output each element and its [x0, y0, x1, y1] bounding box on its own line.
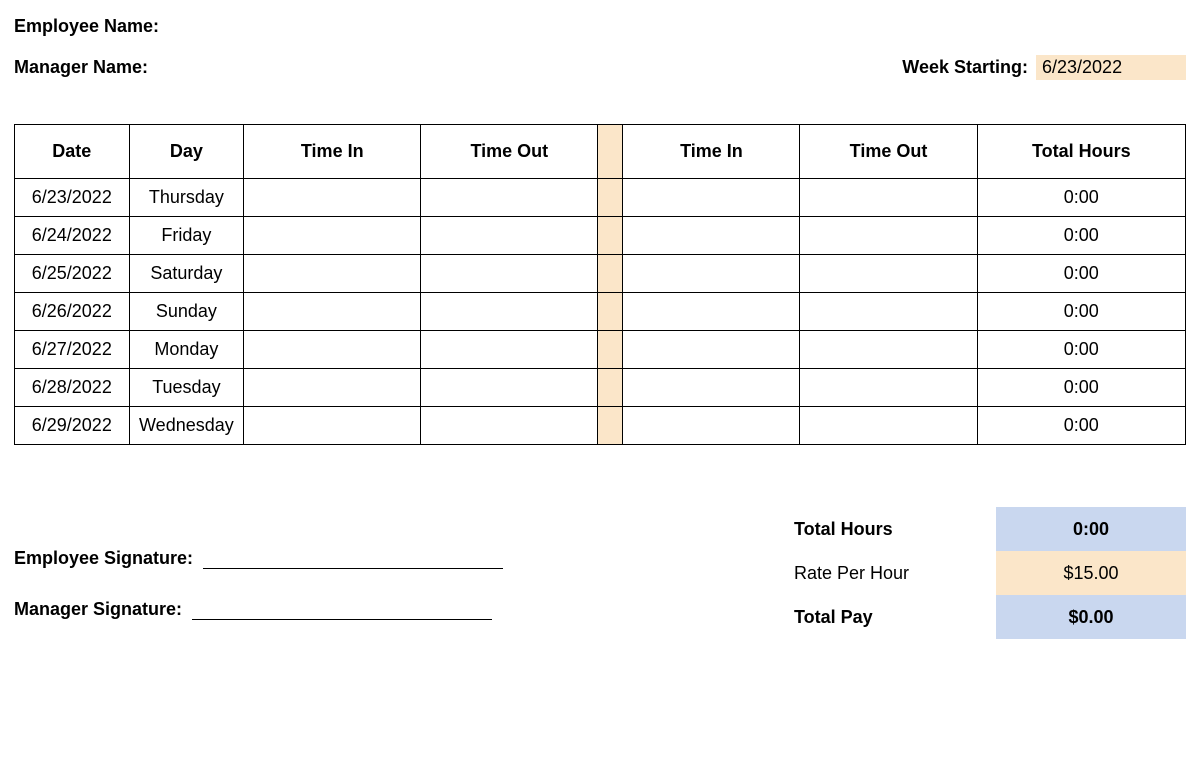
cell-day: Saturday	[129, 255, 244, 293]
cell-day: Sunday	[129, 293, 244, 331]
manager-name-label: Manager Name:	[14, 57, 148, 78]
cell-time-out-2[interactable]	[800, 293, 977, 331]
cell-time-in-2[interactable]	[623, 293, 800, 331]
rate-value[interactable]: $15.00	[996, 551, 1186, 595]
cell-time-in-2[interactable]	[623, 331, 800, 369]
total-pay-value: $0.00	[996, 595, 1186, 639]
total-hours-value: 0:00	[996, 507, 1186, 551]
cell-time-in-1[interactable]	[244, 179, 421, 217]
total-pay-label: Total Pay	[786, 595, 996, 639]
cell-total: 0:00	[977, 369, 1185, 407]
table-row: 6/29/2022Wednesday 0:00	[15, 407, 1186, 445]
cell-time-in-1[interactable]	[244, 255, 421, 293]
cell-total: 0:00	[977, 179, 1185, 217]
cell-time-out-2[interactable]	[800, 369, 977, 407]
totals-block: Total Hours 0:00 Rate Per Hour $15.00 To…	[786, 507, 1186, 639]
cell-gap	[598, 255, 623, 293]
cell-time-out-1[interactable]	[421, 407, 598, 445]
footer: Employee Signature: Manager Signature: T…	[14, 507, 1186, 650]
col-header-time-in-1: Time In	[244, 125, 421, 179]
cell-total: 0:00	[977, 255, 1185, 293]
cell-time-in-2[interactable]	[623, 407, 800, 445]
table-row: 6/23/2022Thursday 0:00	[15, 179, 1186, 217]
cell-time-in-1[interactable]	[244, 369, 421, 407]
cell-date: 6/23/2022	[15, 179, 130, 217]
cell-date: 6/26/2022	[15, 293, 130, 331]
manager-week-row: Manager Name: Week Starting: 6/23/2022	[14, 55, 1186, 80]
col-header-day: Day	[129, 125, 244, 179]
manager-signature-line[interactable]	[192, 599, 492, 621]
col-header-date: Date	[15, 125, 130, 179]
cell-total: 0:00	[977, 293, 1185, 331]
table-row: 6/26/2022Sunday 0:00	[15, 293, 1186, 331]
table-row: 6/27/2022Monday 0:00	[15, 331, 1186, 369]
cell-date: 6/24/2022	[15, 217, 130, 255]
cell-time-in-1[interactable]	[244, 331, 421, 369]
cell-time-out-2[interactable]	[800, 255, 977, 293]
col-header-time-in-2: Time In	[623, 125, 800, 179]
cell-date: 6/29/2022	[15, 407, 130, 445]
employee-signature-row: Employee Signature:	[14, 547, 786, 569]
rate-row: Rate Per Hour $15.00	[786, 551, 1186, 595]
cell-time-out-1[interactable]	[421, 293, 598, 331]
col-header-time-out-1: Time Out	[421, 125, 598, 179]
col-header-time-out-2: Time Out	[800, 125, 977, 179]
cell-date: 6/28/2022	[15, 369, 130, 407]
employee-name-label: Employee Name:	[14, 16, 159, 37]
cell-gap	[598, 331, 623, 369]
cell-time-out-1[interactable]	[421, 179, 598, 217]
cell-time-in-2[interactable]	[623, 179, 800, 217]
cell-time-in-1[interactable]	[244, 293, 421, 331]
cell-time-out-1[interactable]	[421, 369, 598, 407]
cell-gap	[598, 293, 623, 331]
manager-signature-label: Manager Signature:	[14, 599, 182, 620]
cell-day: Monday	[129, 331, 244, 369]
cell-day: Wednesday	[129, 407, 244, 445]
cell-date: 6/27/2022	[15, 331, 130, 369]
total-hours-row: Total Hours 0:00	[786, 507, 1186, 551]
cell-time-out-2[interactable]	[800, 407, 977, 445]
cell-gap	[598, 179, 623, 217]
cell-time-out-2[interactable]	[800, 331, 977, 369]
cell-time-out-2[interactable]	[800, 217, 977, 255]
cell-day: Thursday	[129, 179, 244, 217]
cell-total: 0:00	[977, 331, 1185, 369]
cell-total: 0:00	[977, 407, 1185, 445]
table-row: 6/24/2022Friday 0:00	[15, 217, 1186, 255]
cell-gap	[598, 407, 623, 445]
cell-gap	[598, 369, 623, 407]
total-hours-label: Total Hours	[786, 507, 996, 551]
cell-total: 0:00	[977, 217, 1185, 255]
employee-name-row: Employee Name:	[14, 16, 1186, 37]
table-row: 6/25/2022Saturday 0:00	[15, 255, 1186, 293]
cell-date: 6/25/2022	[15, 255, 130, 293]
cell-time-out-1[interactable]	[421, 255, 598, 293]
week-starting-label: Week Starting:	[902, 57, 1028, 78]
table-body: 6/23/2022Thursday 0:00 6/24/2022Friday 0:00…	[15, 179, 1186, 445]
table-row: 6/28/2022Tuesday 0:00	[15, 369, 1186, 407]
signature-block: Employee Signature: Manager Signature:	[14, 507, 786, 650]
rate-label: Rate Per Hour	[786, 551, 996, 595]
cell-gap	[598, 217, 623, 255]
cell-time-in-1[interactable]	[244, 217, 421, 255]
total-pay-row: Total Pay $0.00	[786, 595, 1186, 639]
cell-time-out-1[interactable]	[421, 331, 598, 369]
cell-day: Tuesday	[129, 369, 244, 407]
cell-time-in-2[interactable]	[623, 217, 800, 255]
cell-time-in-1[interactable]	[244, 407, 421, 445]
timesheet-table: Date Day Time In Time Out Time In Time O…	[14, 124, 1186, 445]
cell-day: Friday	[129, 217, 244, 255]
cell-time-out-2[interactable]	[800, 179, 977, 217]
cell-time-in-2[interactable]	[623, 255, 800, 293]
cell-time-in-2[interactable]	[623, 369, 800, 407]
cell-time-out-1[interactable]	[421, 217, 598, 255]
week-starting-value[interactable]: 6/23/2022	[1036, 55, 1186, 80]
employee-signature-line[interactable]	[203, 547, 503, 569]
col-header-total: Total Hours	[977, 125, 1185, 179]
manager-signature-row: Manager Signature:	[14, 599, 786, 621]
employee-signature-label: Employee Signature:	[14, 548, 193, 569]
table-header-row: Date Day Time In Time Out Time In Time O…	[15, 125, 1186, 179]
col-header-gap	[598, 125, 623, 179]
